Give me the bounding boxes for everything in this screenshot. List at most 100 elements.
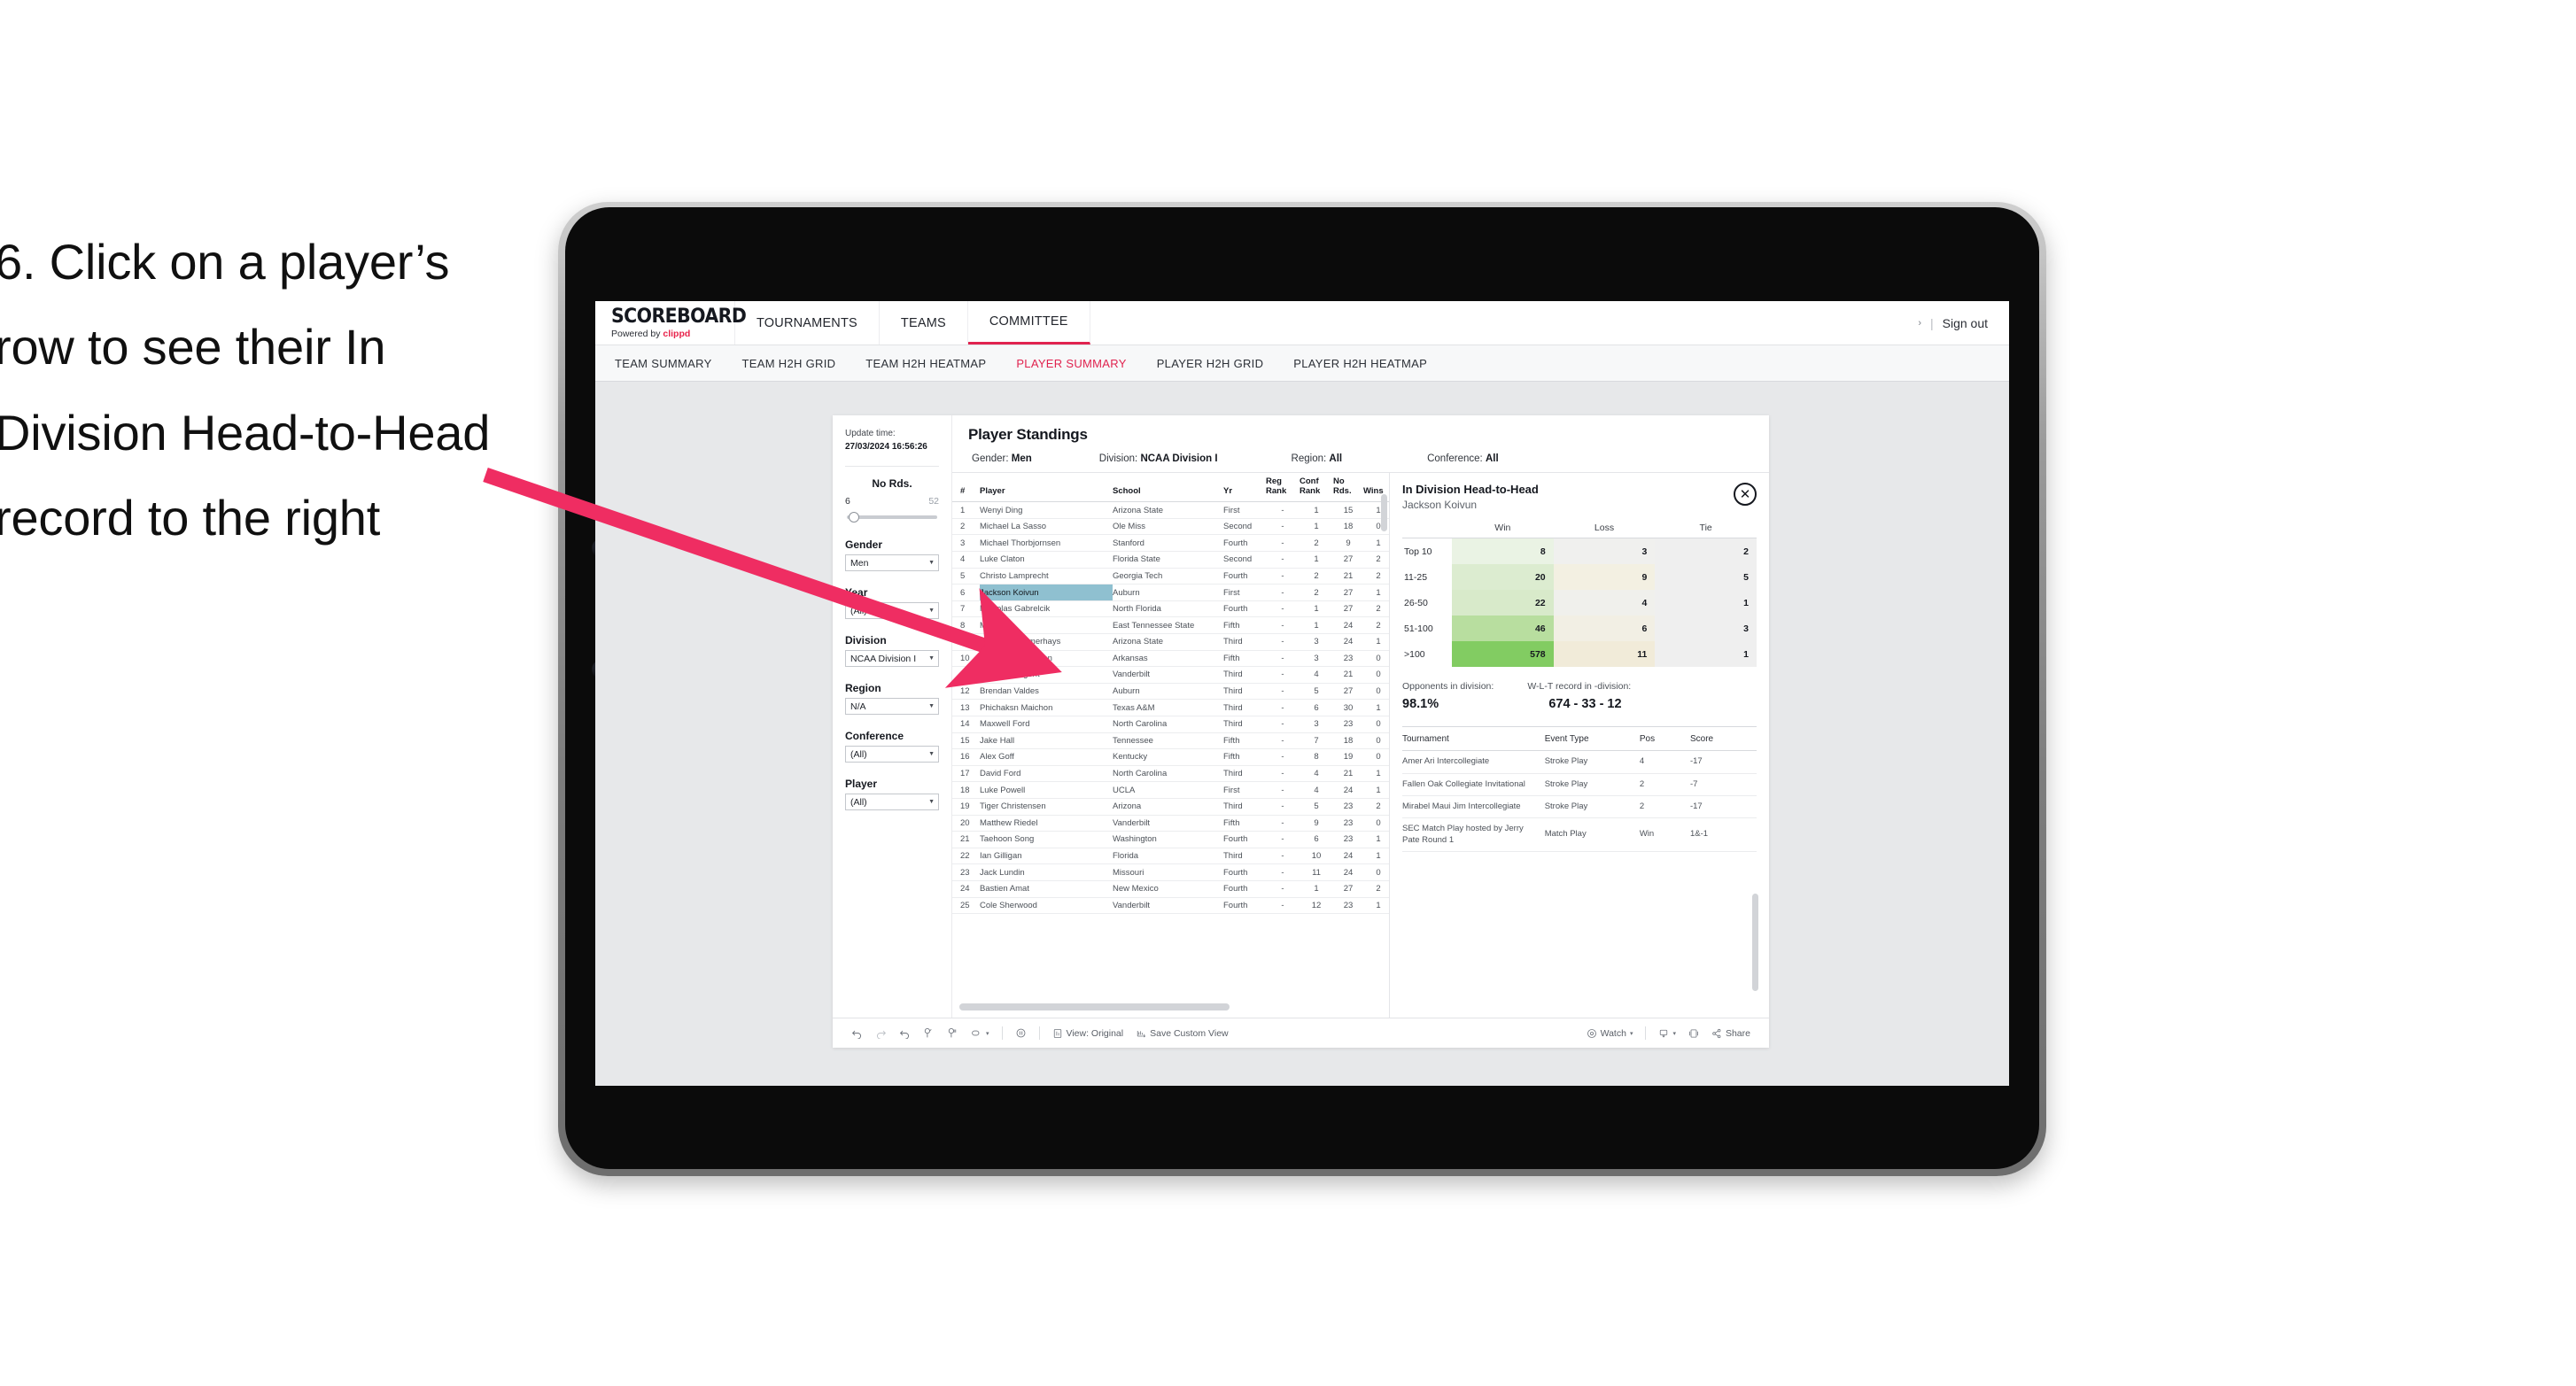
account-caret-icon[interactable]: › (1918, 318, 1921, 329)
filter-division-select[interactable]: NCAA Division I ▼ (845, 650, 939, 667)
h2h-table-body: Top 10 8 3 2 11-25 20 9 5 26-50 22 4 1 51-100 46 6 3 >10… (1402, 538, 1757, 668)
share-button[interactable]: Share (1705, 1028, 1757, 1039)
cell-reg-rank: - (1266, 699, 1300, 716)
table-row[interactable]: 2 Michael La Sasso Ole Miss Second -1 18 0 (952, 518, 1389, 536)
table-row[interactable]: 14 Maxwell Ford North Carolina Third -3 23 0 (952, 716, 1389, 733)
table-horizontal-scrollbar[interactable] (959, 1003, 1230, 1010)
table-row[interactable]: 19 Tiger Christensen Arizona Third -5 23 2 (952, 798, 1389, 816)
col-rank[interactable]: # (952, 473, 980, 503)
table-row[interactable]: 10 Jacob Skov Olesen Arkansas Fifth -3 23 0 (952, 650, 1389, 668)
tab-player-summary[interactable]: PLAYER SUMMARY (1016, 357, 1126, 370)
col-no-rds[interactable]: No Rds. (1333, 473, 1363, 503)
nav-committee[interactable]: COMMITTEE (967, 301, 1090, 345)
table-vertical-scrollbar[interactable] (1381, 494, 1387, 531)
col-player[interactable]: Player (980, 473, 1113, 503)
no-rounds-slider[interactable] (847, 511, 937, 523)
table-row[interactable]: 24 Bastien Amat New Mexico Fourth -1 27 2 (952, 880, 1389, 898)
tournament-scrollbar[interactable] (1752, 894, 1758, 991)
table-row[interactable]: 9 Preston Summerhays Arizona State Third -3 2… (952, 633, 1389, 651)
cell-tournament-name: SEC Match Play hosted by Jerry Pate Roun… (1402, 817, 1545, 852)
cell-school: North Carolina (1113, 716, 1223, 733)
highlight-button[interactable]: ▾ (965, 1027, 996, 1039)
secondary-nav: TEAM SUMMARY TEAM H2H GRID TEAM H2H HEAT… (595, 345, 2009, 382)
fullscreen-button[interactable] (1682, 1028, 1705, 1039)
pause-updates-button[interactable] (941, 1027, 965, 1039)
tab-team-h2h-heatmap[interactable]: TEAM H2H HEATMAP (865, 357, 986, 370)
close-icon[interactable]: ✕ (1734, 483, 1757, 506)
table-row[interactable]: 11 Gordon Sargent Vanderbilt Third -4 21 0 (952, 666, 1389, 684)
tab-player-h2h-grid[interactable]: PLAYER H2H GRID (1157, 357, 1264, 370)
tab-team-summary[interactable]: TEAM SUMMARY (615, 357, 712, 370)
table-row[interactable]: 16 Alex Goff Kentucky Fifth -8 19 0 (952, 748, 1389, 766)
cell-score: 1&-1 (1689, 817, 1757, 852)
powered-prefix: Powered by (611, 328, 663, 339)
table-row[interactable]: 17 David Ford North Carolina Third -4 21 1 (952, 765, 1389, 783)
table-row[interactable]: 5 Christo Lamprecht Georgia Tech Fourth -2 21… (952, 568, 1389, 585)
stat-opponents-in-division: Opponents in division: 98.1% (1402, 681, 1494, 711)
download-button[interactable]: ▾ (1652, 1028, 1682, 1039)
nav-tournaments[interactable]: TOURNAMENTS (735, 301, 880, 345)
no-rounds-label: No Rds. (872, 477, 912, 490)
tournament-row[interactable]: Mirabel Maui Jim Intercollegiate Stroke P… (1402, 795, 1757, 819)
slider-handle[interactable] (849, 512, 859, 523)
cell-reg-rank: - (1266, 501, 1300, 519)
filter-conference-select[interactable]: (All) ▼ (845, 746, 939, 763)
cell-school: Missouri (1113, 863, 1223, 881)
table-row[interactable]: 20 Matthew Riedel Vanderbilt Fifth -9 23 0 (952, 815, 1389, 832)
undo-button[interactable] (845, 1027, 869, 1039)
table-row[interactable]: 21 Taehoon Song Washington Fourth -6 23 1 (952, 831, 1389, 848)
cell-position: Win (1639, 817, 1690, 852)
table-row[interactable]: 22 Ian Gilligan Florida Third -10 24 1 (952, 848, 1389, 865)
filter-gender-select[interactable]: Men ▼ (845, 554, 939, 571)
table-row[interactable]: 8 Mats Ege East Tennessee State Fifth -1 24 2 (952, 616, 1389, 634)
cell-no-rounds: 27 (1333, 584, 1363, 601)
cell-year: Fourth (1223, 897, 1266, 915)
cell-school: Florida State (1113, 551, 1223, 569)
table-row[interactable]: 1 Wenyi Ding Arizona State First -1 15 1 (952, 501, 1389, 519)
table-row[interactable]: 3 Michael Thorbjornsen Stanford Fourth -2 9 1 (952, 534, 1389, 553)
h2h-tie-cell: 1 (1655, 641, 1757, 668)
nav-teams[interactable]: TEAMS (880, 301, 968, 345)
cell-conf-rank: 5 (1300, 683, 1333, 701)
cell-wins: 2 (1363, 880, 1389, 898)
save-custom-view-button[interactable]: Save Custom View (1129, 1028, 1235, 1039)
view-original-button[interactable]: View: Original (1046, 1028, 1130, 1039)
tab-team-h2h-grid[interactable]: TEAM H2H GRID (742, 357, 836, 370)
table-row[interactable]: 18 Luke Powell UCLA First -4 24 1 (952, 781, 1389, 799)
refresh-data-button[interactable] (917, 1027, 941, 1039)
sign-out-link[interactable]: Sign out (1943, 316, 1988, 330)
tournament-row[interactable]: SEC Match Play hosted by Jerry Pate Roun… (1402, 817, 1757, 852)
col-reg-rank[interactable]: Reg Rank (1266, 473, 1300, 503)
table-row[interactable]: 25 Cole Sherwood Vanderbilt Fourth -12 23 1 (952, 897, 1389, 915)
pause-auto-update-button[interactable] (1009, 1027, 1033, 1039)
share-label: Share (1725, 1027, 1750, 1039)
cell-rank: 16 (952, 748, 980, 766)
tournament-row[interactable]: Amer Ari Intercollegiate Stroke Play 4 -17 (1402, 750, 1757, 774)
tab-player-h2h-heatmap[interactable]: PLAYER H2H HEATMAP (1293, 357, 1427, 370)
tournament-row[interactable]: Fallen Oak Collegiate Invitational Stroke… (1402, 773, 1757, 796)
cell-wins: 0 (1363, 683, 1389, 701)
filter-region-select[interactable]: N/A ▼ (845, 698, 939, 715)
table-row[interactable]: 4 Luke Claton Florida State Second -1 27 2 (952, 551, 1389, 569)
cell-school: Vanderbilt (1113, 897, 1223, 915)
brand-logo[interactable]: SCOREBOARD Powered by clippd (595, 301, 747, 345)
table-row[interactable]: 15 Jake Hall Tennessee Fifth -7 18 0 (952, 732, 1389, 750)
filter-year-select[interactable]: (All) ▼ (845, 602, 939, 619)
h2h-bucket-label: 26-50 (1404, 597, 1428, 608)
col-conf-rank[interactable]: Conf Rank (1300, 473, 1333, 503)
table-row[interactable]: 6 Jackson Koivun Auburn First -2 27 1 (952, 584, 1389, 601)
cell-rank: 2 (952, 518, 980, 536)
revert-button[interactable] (893, 1027, 917, 1039)
cell-conf-rank: 1 (1300, 880, 1333, 898)
col-year[interactable]: Yr (1223, 473, 1266, 503)
table-row[interactable]: 23 Jack Lundin Missouri Fourth -11 24 0 (952, 863, 1389, 881)
table-row[interactable]: 7 Nicholas Gabrelcik North Florida Fourth -1… (952, 600, 1389, 618)
h2h-bucket-label: 11-25 (1404, 571, 1428, 583)
watch-button[interactable]: Watch ▾ (1580, 1028, 1640, 1039)
col-score: Score (1689, 726, 1757, 752)
filter-player-select[interactable]: (All) ▼ (845, 794, 939, 810)
col-school[interactable]: School (1113, 473, 1223, 503)
table-row[interactable]: 13 Phichaksn Maichon Texas A&M Third -6 30 1 (952, 699, 1389, 716)
table-row[interactable]: 12 Brendan Valdes Auburn Third -5 27 0 (952, 683, 1389, 701)
redo-button[interactable] (869, 1027, 893, 1039)
